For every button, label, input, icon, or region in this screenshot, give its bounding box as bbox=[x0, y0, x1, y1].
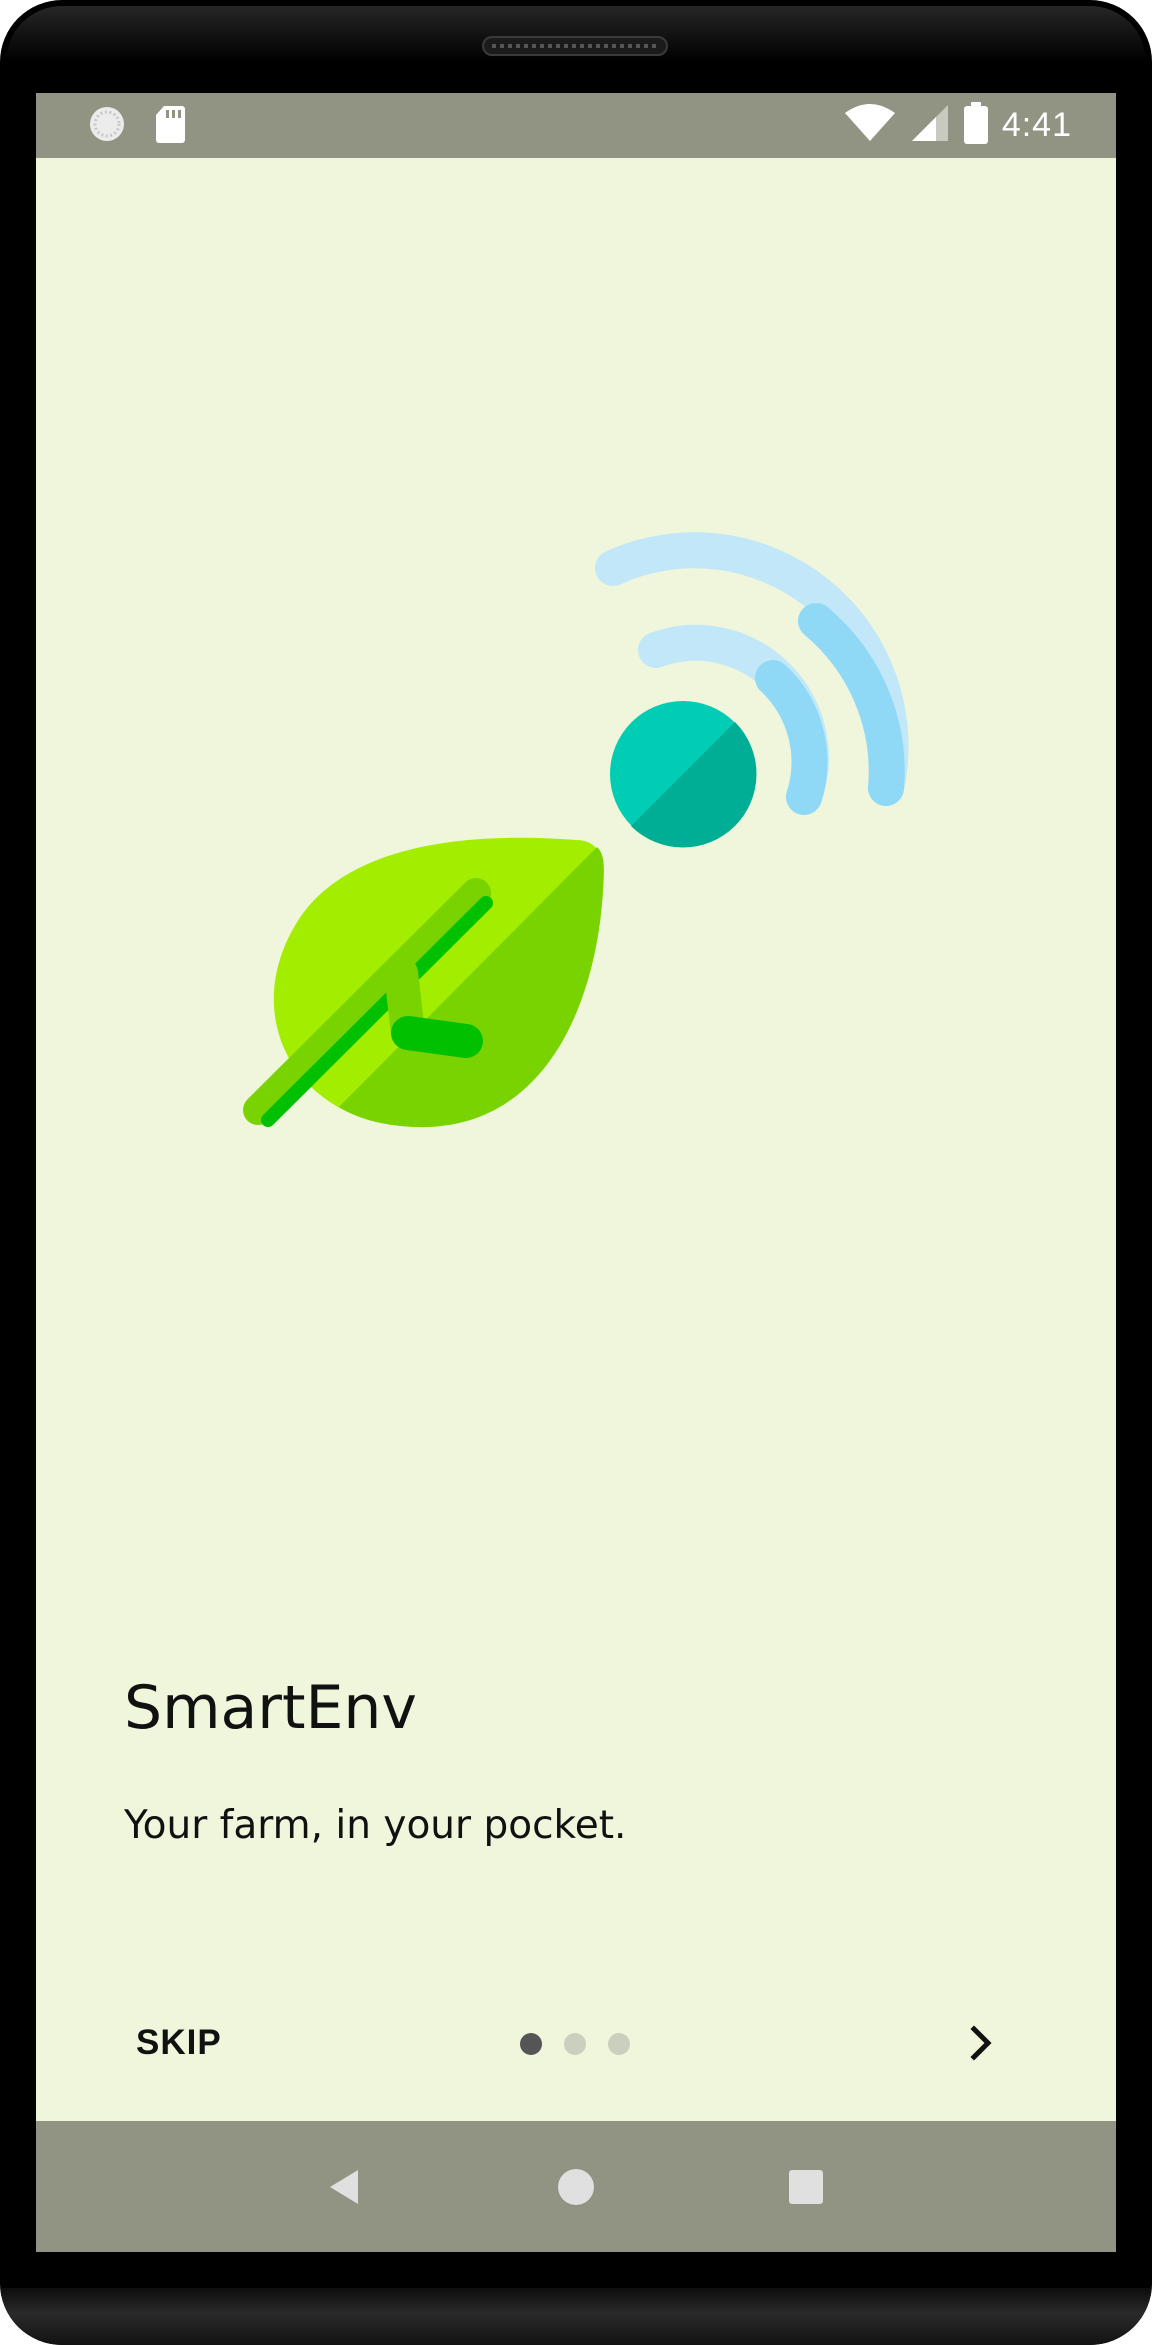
recents-icon bbox=[789, 2169, 823, 2204]
page-dot-1 bbox=[520, 2033, 542, 2055]
onboarding-subtitle: Your farm, in your pocket. bbox=[124, 1803, 627, 1848]
chevron-right-icon bbox=[970, 2025, 992, 2061]
page-indicator bbox=[520, 2033, 630, 2055]
onboarding-title: SmartEnv bbox=[124, 1673, 417, 1743]
earpiece-speaker bbox=[482, 36, 668, 56]
back-button[interactable] bbox=[274, 2121, 414, 2252]
next-button[interactable] bbox=[946, 2013, 1016, 2073]
phone-frame: 4:41 SmartEnv Your farm, in your pocket.… bbox=[0, 0, 1152, 2345]
leaf-sensor-illustration bbox=[243, 532, 909, 1128]
sensor-dot-icon bbox=[610, 701, 757, 848]
back-icon bbox=[330, 2169, 358, 2204]
app-screen: 4:41 SmartEnv Your farm, in your pocket.… bbox=[36, 93, 1116, 2252]
page-dot-3 bbox=[608, 2033, 630, 2055]
page-dot-2 bbox=[564, 2033, 586, 2055]
system-navigation-bar bbox=[36, 2121, 1116, 2252]
home-button[interactable] bbox=[506, 2121, 646, 2252]
phone-chin bbox=[0, 2288, 1152, 2345]
home-icon bbox=[558, 2168, 594, 2205]
skip-button[interactable]: SKIP bbox=[122, 2013, 236, 2073]
leaf-icon bbox=[243, 837, 604, 1128]
recents-button[interactable] bbox=[736, 2121, 876, 2252]
